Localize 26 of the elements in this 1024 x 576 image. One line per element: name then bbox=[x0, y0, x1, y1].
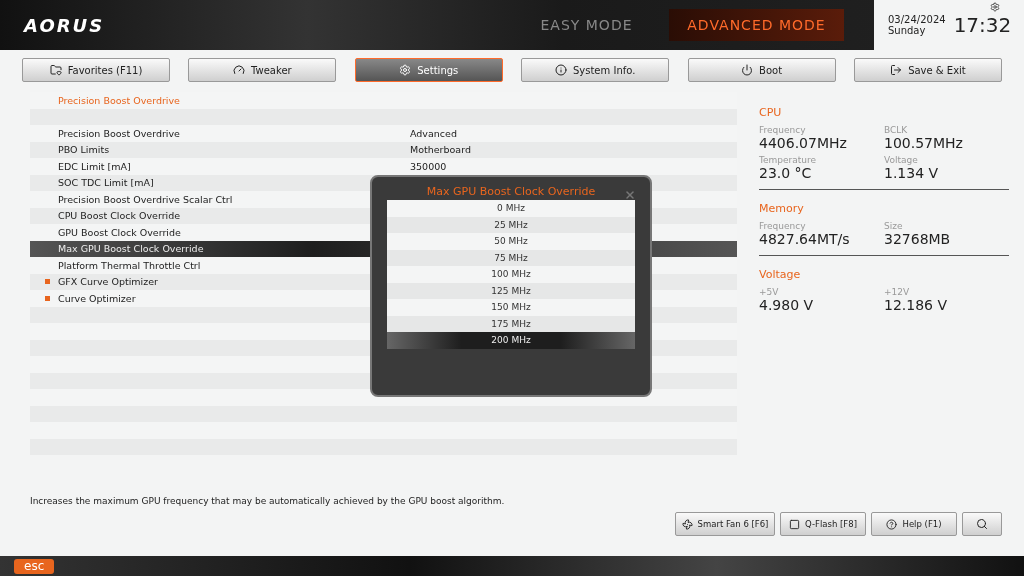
reading-label: +12V bbox=[884, 287, 911, 297]
monitor-heading: Memory bbox=[759, 202, 805, 215]
reading-label: BCLK bbox=[884, 125, 909, 135]
monitor-heading: Voltage bbox=[759, 268, 802, 281]
reading-label: Voltage bbox=[884, 155, 919, 165]
reading-label: Temperature bbox=[759, 155, 817, 165]
reading-label: Frequency bbox=[759, 221, 807, 231]
dialog-title: Max GPU Boost Clock Override bbox=[426, 185, 596, 198]
weekday: Sunday bbox=[888, 25, 927, 36]
reading-value: 4.980 V bbox=[759, 297, 815, 313]
reading-value: 100.57MHz bbox=[884, 135, 964, 151]
help-description: Increases the maximum GPU frequency that may be automatically achieved by the GPU boost algorithm. bbox=[30, 496, 506, 506]
reading-label: +5V bbox=[759, 287, 780, 297]
reading-value: 32768MB bbox=[884, 231, 952, 247]
monitor-heading: CPU bbox=[759, 106, 783, 119]
reading-value: 12.186 V bbox=[884, 297, 948, 313]
date: 03/24/2024 bbox=[888, 14, 946, 25]
reading-value: 4827.64MT/s bbox=[759, 231, 851, 247]
reading-value: 1.134 V bbox=[884, 165, 940, 181]
reading-value: 23.0 °C bbox=[759, 165, 813, 181]
reading-label: Size bbox=[884, 221, 904, 231]
reading-value: 4406.07MHz bbox=[759, 135, 848, 151]
logo: AORUS bbox=[24, 14, 106, 36]
clock-time: 17:32 bbox=[953, 13, 1012, 37]
reading-label: Frequency bbox=[759, 125, 807, 135]
section-title: Precision Boost Overdrive bbox=[58, 94, 180, 106]
